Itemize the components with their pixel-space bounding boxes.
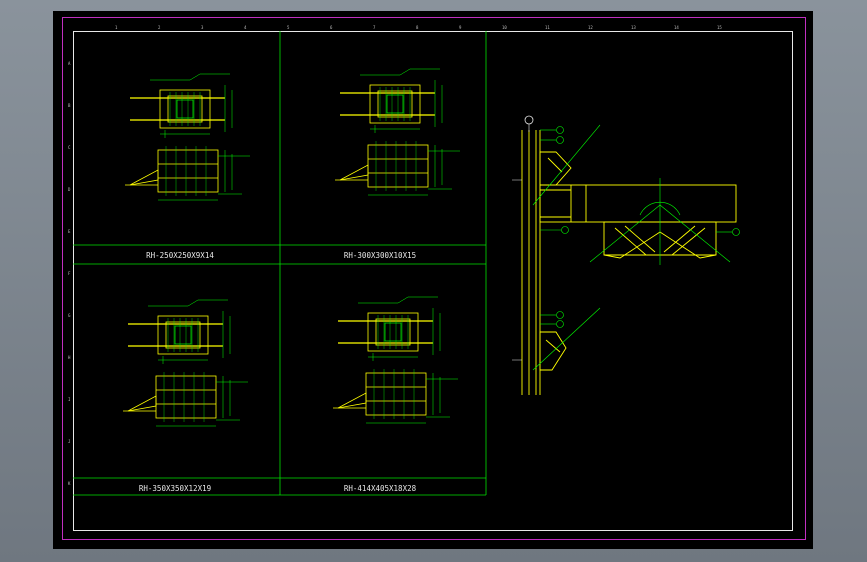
ruler-tick: 14 xyxy=(674,25,679,30)
detail-panel-1[interactable] xyxy=(125,73,250,201)
beam xyxy=(539,184,737,223)
drawing-canvas[interactable]: 1 2 3 4 5 6 7 8 9 10 11 12 13 14 15 ABCDEFGHIJK RH-250… xyxy=(0,0,867,562)
ruler-tick: 13 xyxy=(631,25,636,30)
brace-center-lines xyxy=(532,124,731,371)
ruler-tick: 6 xyxy=(330,25,333,30)
callout-4[interactable] xyxy=(556,311,564,319)
ruler-tick: 9 xyxy=(459,25,462,30)
elevation-view[interactable] xyxy=(512,115,740,395)
detail-panel-3[interactable] xyxy=(123,299,248,427)
callout-3[interactable] xyxy=(561,226,569,234)
detail-title-2: RH-300X300X10X15 xyxy=(344,251,416,260)
detail-panel-2[interactable] xyxy=(335,68,460,196)
callout-1[interactable] xyxy=(556,126,564,134)
ruler-tick: B xyxy=(68,103,71,108)
left-ruler: A B C D E F G H I J K xyxy=(68,61,71,486)
ruler-tick: 3 xyxy=(201,25,204,30)
ruler-tick: 15 xyxy=(717,25,722,30)
panel-grid xyxy=(73,31,487,496)
ruler-tick: E xyxy=(68,229,71,234)
column xyxy=(521,130,541,395)
ruler-tick: 11 xyxy=(545,25,550,30)
ruler-tick: 4 xyxy=(244,25,247,30)
ruler-tick: 8 xyxy=(416,25,419,30)
ruler-tick: F xyxy=(68,271,71,276)
callout-5[interactable] xyxy=(556,320,564,328)
ruler-tick: C xyxy=(68,145,71,150)
column-axis-bubble xyxy=(524,115,534,125)
ruler-tick: 2 xyxy=(158,25,161,30)
ruler-tick: G xyxy=(68,313,71,318)
detail-title-4: RH-414X405X18X28 xyxy=(344,484,417,493)
ruler-tick: 1 xyxy=(115,25,118,30)
ruler-tick: 7 xyxy=(373,25,376,30)
ruler-tick: 12 xyxy=(588,25,593,30)
ruler-tick: J xyxy=(68,439,70,444)
ruler-tick: I xyxy=(68,397,71,402)
detail-title-1: RH-250X250X9X14 xyxy=(146,251,214,260)
detail-panel-4[interactable] xyxy=(333,296,458,424)
upper-gusset xyxy=(539,151,572,186)
callout-leaders xyxy=(540,129,732,325)
lower-gusset xyxy=(539,331,567,371)
top-ruler: 1 2 3 4 5 6 7 8 9 10 11 12 13 14 15 xyxy=(115,25,722,30)
ruler-tick: D xyxy=(68,187,71,192)
ruler-tick: A xyxy=(68,61,71,66)
ruler-tick: K xyxy=(68,481,71,486)
ruler-tick: 5 xyxy=(287,25,290,30)
detail-title-3: RH-350X350X12X19 xyxy=(139,484,211,493)
ruler-tick: H xyxy=(68,355,71,360)
callout-2[interactable] xyxy=(556,136,564,144)
ruler-tick: 10 xyxy=(502,25,507,30)
callout-6[interactable] xyxy=(732,228,740,236)
